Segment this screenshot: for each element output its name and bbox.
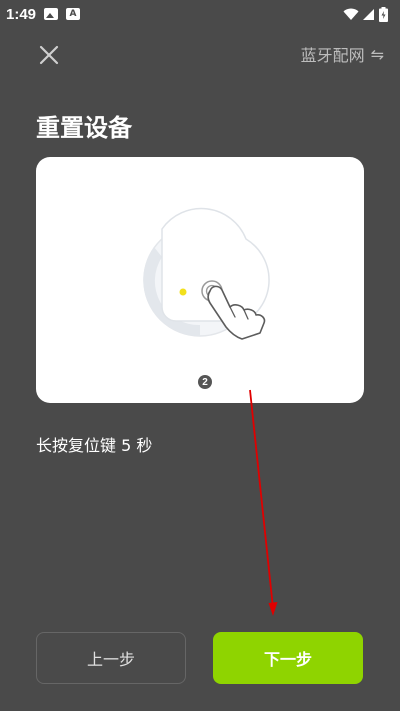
next-step-button[interactable]: 下一步: [213, 632, 363, 684]
device-reset-illustration: [143, 207, 270, 340]
swap-icon: ⇋: [370, 44, 384, 64]
battery-icon: [379, 6, 388, 22]
close-icon: [39, 45, 59, 65]
mode-switch-label: 蓝牙配网: [300, 46, 365, 65]
status-time: 1:49: [6, 5, 37, 23]
status-bar-left: 1:49 A: [6, 5, 81, 23]
image-notification-icon: [44, 8, 59, 20]
previous-step-button[interactable]: 上一步: [36, 632, 186, 684]
step-badge: 2: [198, 375, 212, 389]
a-app-notification-icon: A: [66, 8, 81, 20]
page-title: 重置设备: [36, 114, 132, 142]
instruction-text: 长按复位键 5 秒: [36, 436, 153, 455]
bluetooth-pairing-switch[interactable]: 蓝牙配网 ⇋: [301, 42, 384, 66]
reset-illustration-card: 2: [36, 157, 364, 403]
next-step-label: 下一步: [263, 650, 312, 669]
previous-step-label: 上一步: [86, 650, 135, 669]
status-bar: 1:49 A: [0, 0, 400, 28]
wifi-icon: [343, 8, 359, 20]
status-bar-right: [343, 6, 388, 22]
close-button[interactable]: [34, 40, 64, 70]
signal-icon: [363, 8, 374, 20]
